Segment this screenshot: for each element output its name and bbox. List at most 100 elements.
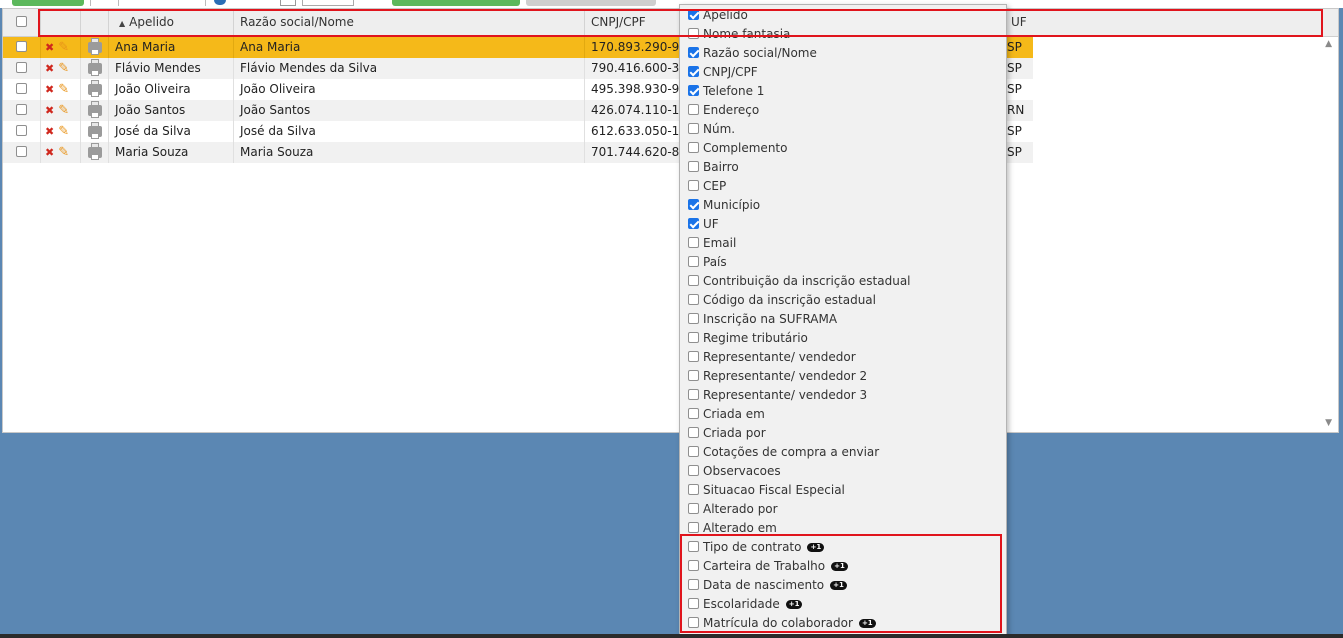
edit-icon[interactable]: ✎ xyxy=(58,124,69,139)
column-option[interactable]: Representante/ vendedor 3 xyxy=(688,386,867,405)
row-checkbox[interactable] xyxy=(16,125,27,136)
header-razao-social[interactable]: Razão social/Nome xyxy=(234,9,585,36)
column-option[interactable]: Matrícula do colaborador +1 xyxy=(688,614,876,633)
select-all-checkbox[interactable] xyxy=(16,16,27,27)
scroll-up-icon[interactable]: ▲ xyxy=(1325,39,1332,49)
column-option-checkbox[interactable] xyxy=(688,180,699,191)
column-option[interactable]: CNPJ/CPF xyxy=(688,63,758,82)
row-checkbox[interactable] xyxy=(16,41,27,52)
column-option[interactable]: Cotações de compra a enviar xyxy=(688,443,879,462)
row-select-cell[interactable] xyxy=(3,37,41,58)
printer-icon[interactable] xyxy=(88,59,102,76)
column-option[interactable]: País xyxy=(688,253,727,272)
column-option-checkbox[interactable] xyxy=(688,104,699,115)
column-option-checkbox[interactable] xyxy=(688,313,699,324)
delete-icon[interactable]: ✖ xyxy=(45,41,54,54)
column-option[interactable]: Bairro xyxy=(688,158,739,177)
column-option[interactable]: Situacao Fiscal Especial xyxy=(688,481,845,500)
column-option[interactable]: Telefone 1 xyxy=(688,82,764,101)
column-option-checkbox[interactable] xyxy=(688,541,699,552)
column-option-checkbox[interactable] xyxy=(688,617,699,628)
column-option-checkbox[interactable] xyxy=(688,142,699,153)
column-option-checkbox[interactable] xyxy=(688,161,699,172)
column-option[interactable]: Inscrição na SUFRAMA xyxy=(688,310,837,329)
column-option[interactable]: CEP xyxy=(688,177,726,196)
scroll-down-icon[interactable]: ▼ xyxy=(1325,418,1332,428)
edit-icon[interactable]: ✎ xyxy=(58,82,69,97)
column-option[interactable]: Representante/ vendedor xyxy=(688,348,856,367)
toolbar-action-button[interactable] xyxy=(392,0,520,6)
row-select-cell[interactable] xyxy=(3,100,41,121)
column-option-checkbox[interactable] xyxy=(688,85,699,96)
column-option-checkbox[interactable] xyxy=(688,408,699,419)
column-option[interactable]: Apelido xyxy=(688,6,748,25)
help-icon[interactable] xyxy=(214,0,226,5)
delete-icon[interactable]: ✖ xyxy=(45,146,54,159)
row-select-cell[interactable] xyxy=(3,121,41,142)
printer-icon[interactable] xyxy=(88,38,102,55)
column-option-checkbox[interactable] xyxy=(688,123,699,134)
edit-icon[interactable]: ✎ xyxy=(58,61,69,76)
column-option[interactable]: Criada por xyxy=(688,424,766,443)
row-select-cell[interactable] xyxy=(3,58,41,79)
column-option[interactable]: Núm. xyxy=(688,120,735,139)
column-option[interactable]: Endereço xyxy=(688,101,759,120)
edit-icon[interactable]: ✎ xyxy=(58,145,69,160)
delete-icon[interactable]: ✖ xyxy=(45,83,54,96)
delete-icon[interactable]: ✖ xyxy=(45,125,54,138)
column-option-checkbox[interactable] xyxy=(688,427,699,438)
column-option-checkbox[interactable] xyxy=(688,237,699,248)
header-uf[interactable]: UF xyxy=(1005,9,1338,36)
row-checkbox[interactable] xyxy=(16,146,27,157)
column-option-checkbox[interactable] xyxy=(688,199,699,210)
column-option-checkbox[interactable] xyxy=(688,218,699,229)
header-select-all[interactable] xyxy=(3,9,41,36)
column-option-checkbox[interactable] xyxy=(688,389,699,400)
column-option[interactable]: Contribuição da inscrição estadual xyxy=(688,272,911,291)
column-option-checkbox[interactable] xyxy=(688,28,699,39)
header-apelido[interactable]: ▲ Apelido xyxy=(109,9,234,36)
column-option[interactable]: Escolaridade +1 xyxy=(688,595,803,614)
column-option-checkbox[interactable] xyxy=(688,503,699,514)
column-option-checkbox[interactable] xyxy=(688,294,699,305)
column-option[interactable]: UF xyxy=(688,215,719,234)
printer-icon[interactable] xyxy=(88,80,102,97)
delete-icon[interactable]: ✖ xyxy=(45,104,54,117)
row-select-cell[interactable] xyxy=(3,79,41,100)
row-checkbox[interactable] xyxy=(16,62,27,73)
printer-icon[interactable] xyxy=(88,122,102,139)
row-checkbox[interactable] xyxy=(16,104,27,115)
column-option[interactable]: Carteira de Trabalho +1 xyxy=(688,557,848,576)
column-option-checkbox[interactable] xyxy=(688,560,699,571)
column-option-checkbox[interactable] xyxy=(688,47,699,58)
column-option[interactable]: Email xyxy=(688,234,736,253)
column-option-checkbox[interactable] xyxy=(688,351,699,362)
column-option-checkbox[interactable] xyxy=(688,256,699,267)
column-option[interactable]: Tipo de contrato +1 xyxy=(688,538,825,557)
printer-icon[interactable] xyxy=(88,101,102,118)
column-option-checkbox[interactable] xyxy=(688,9,699,20)
column-option-checkbox[interactable] xyxy=(688,446,699,457)
column-option-checkbox[interactable] xyxy=(688,598,699,609)
column-option-checkbox[interactable] xyxy=(688,275,699,286)
column-option[interactable]: Alterado por xyxy=(688,500,778,519)
column-option-checkbox[interactable] xyxy=(688,332,699,343)
column-option[interactable]: Nome fantasia xyxy=(688,25,790,44)
toolbar-primary-button[interactable] xyxy=(12,0,84,6)
column-option[interactable]: Representante/ vendedor 2 xyxy=(688,367,867,386)
column-option-checkbox[interactable] xyxy=(688,522,699,533)
edit-icon[interactable]: ✎ xyxy=(58,103,69,118)
row-checkbox[interactable] xyxy=(16,83,27,94)
toolbar-input[interactable] xyxy=(302,0,354,6)
row-select-cell[interactable] xyxy=(3,142,41,163)
column-option[interactable]: Razão social/Nome xyxy=(688,44,817,63)
column-option-checkbox[interactable] xyxy=(688,579,699,590)
column-option[interactable]: Criada em xyxy=(688,405,765,424)
column-option-checkbox[interactable] xyxy=(688,465,699,476)
column-option-checkbox[interactable] xyxy=(688,484,699,495)
column-option[interactable]: Município xyxy=(688,196,760,215)
edit-icon[interactable]: ✎ xyxy=(58,40,69,55)
printer-icon[interactable] xyxy=(88,143,102,160)
column-option-checkbox[interactable] xyxy=(688,66,699,77)
toolbar-secondary-button[interactable] xyxy=(526,0,656,6)
